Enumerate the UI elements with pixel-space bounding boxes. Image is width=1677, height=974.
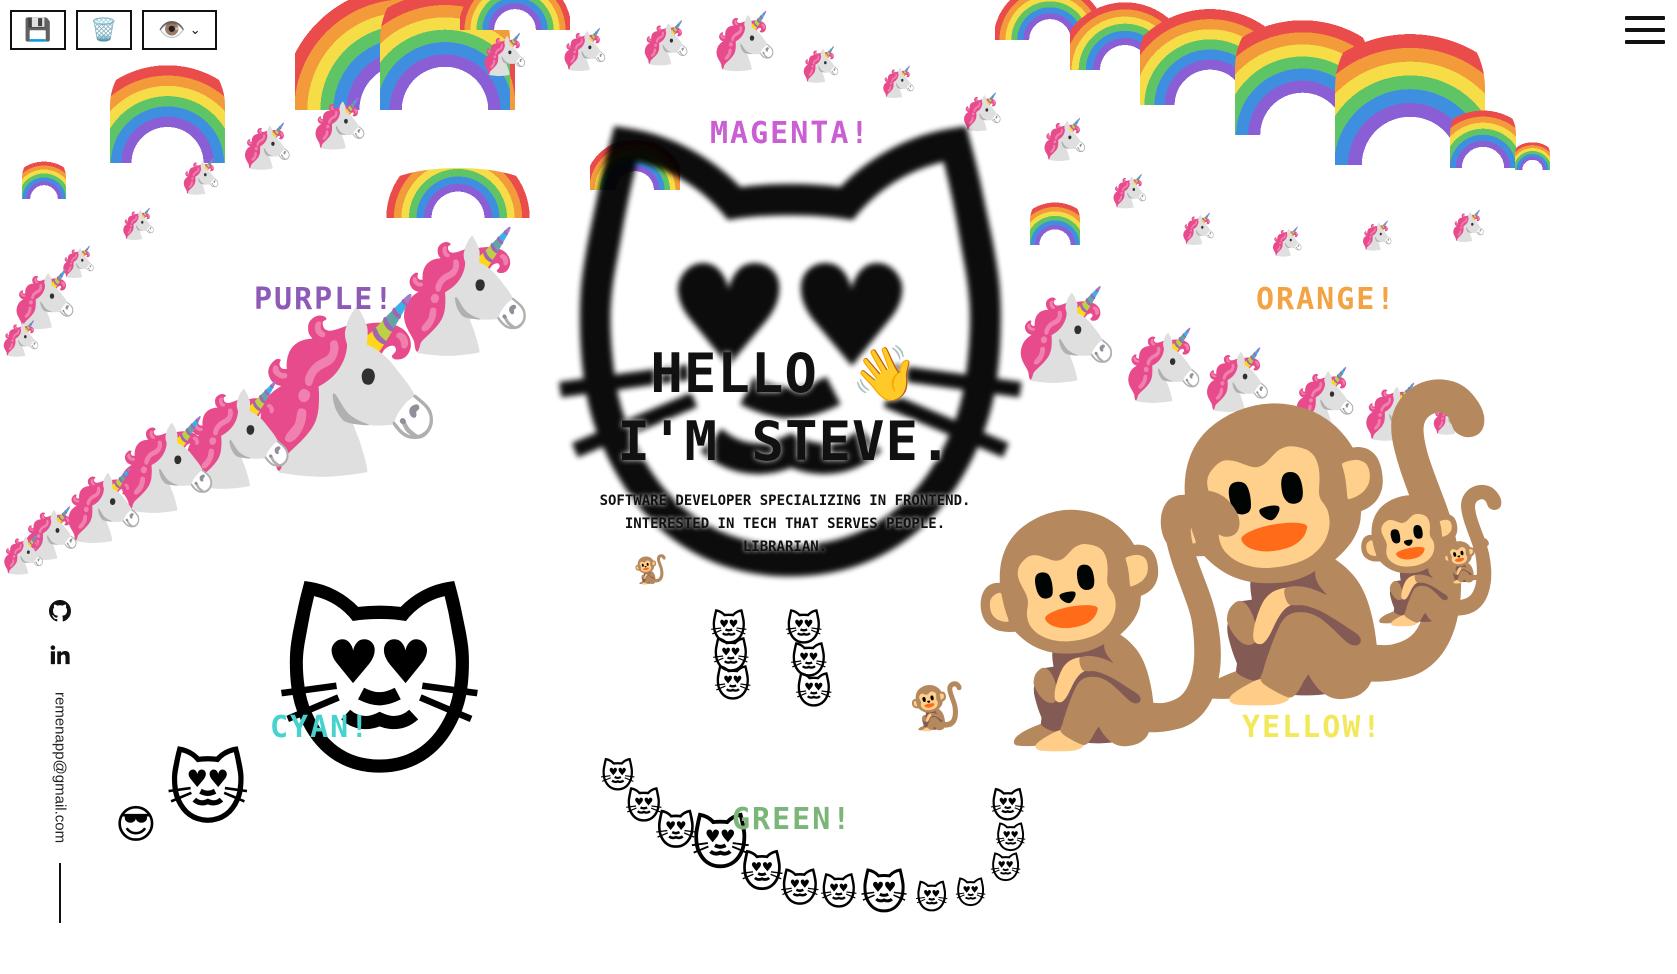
trash-icon: 🗑️ bbox=[90, 17, 118, 42]
hero-title-hello: Hello bbox=[650, 342, 818, 405]
label-purple: Purple! bbox=[254, 282, 395, 317]
linkedin-icon bbox=[50, 645, 70, 665]
menu-button[interactable] bbox=[1625, 16, 1665, 44]
label-magenta: Magenta! bbox=[710, 116, 871, 151]
label-yellow: Yellow! bbox=[1242, 710, 1383, 745]
eye-icon: 👁️ bbox=[158, 17, 186, 43]
view-select[interactable]: 👁️ ⌄ bbox=[142, 10, 217, 50]
hero-subtitle-line: Interested in tech that serves people. bbox=[624, 516, 946, 532]
linkedin-link[interactable] bbox=[47, 642, 73, 668]
save-button[interactable]: 💾 bbox=[10, 10, 66, 50]
hero-title-name: I'm Steve. bbox=[617, 410, 953, 473]
github-icon bbox=[49, 600, 71, 622]
email-link[interactable]: remenapp@gmail.com bbox=[52, 692, 69, 843]
canvas[interactable]: 🦄 🦄 🦄 🦄 🦄 🦄 🦄 🦄 🦄 🦄 🦄 🦄 🦄 🦄 🦄 🦄 🦄 🦄 🦄 🦄 … bbox=[0, 0, 1677, 974]
hamburger-line bbox=[1625, 16, 1665, 20]
hamburger-line bbox=[1625, 40, 1665, 44]
social-sidebar: remenapp@gmail.com bbox=[44, 598, 76, 924]
hero-title: Hello 👋 I'm Steve. bbox=[560, 340, 1010, 476]
floppy-disk-icon: 💾 bbox=[24, 17, 52, 42]
label-orange: Orange! bbox=[1256, 282, 1397, 317]
chevron-down-icon: ⌄ bbox=[189, 22, 201, 38]
waving-hand-icon: 👋 bbox=[851, 342, 920, 405]
hero-subtitle-line: Librarian. bbox=[742, 539, 828, 555]
github-link[interactable] bbox=[47, 598, 73, 624]
hero-subtitle: Software developer specializing in front… bbox=[560, 490, 1010, 559]
clear-button[interactable]: 🗑️ bbox=[76, 10, 132, 50]
hero: Hello 👋 I'm Steve. Software developer sp… bbox=[560, 340, 1010, 559]
hero-subtitle-line: Software developer specializing in front… bbox=[599, 493, 971, 509]
hamburger-line bbox=[1625, 28, 1665, 32]
toolbar: 💾 🗑️ 👁️ ⌄ bbox=[10, 10, 217, 50]
sidebar-divider bbox=[59, 863, 61, 924]
label-cyan: Cyan! bbox=[270, 710, 371, 745]
label-green: Green! bbox=[732, 802, 853, 837]
